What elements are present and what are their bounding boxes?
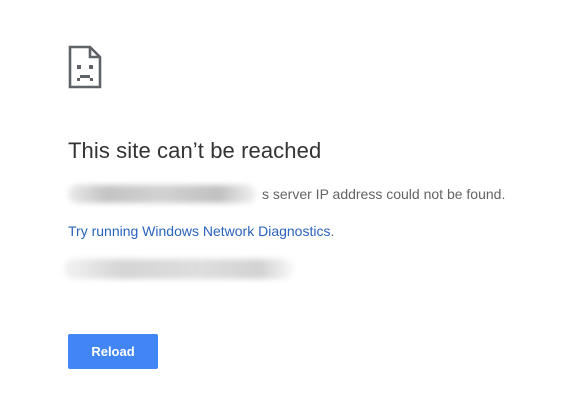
diagnostics-suggestion: Try running Windows Network Diagnostics.: [68, 223, 334, 239]
diagnostics-link[interactable]: Try running Windows Network Diagnostics: [68, 223, 330, 239]
redacted-domain: [68, 185, 256, 203]
page-title: This site can’t be reached: [68, 138, 322, 163]
sad-page-icon: [68, 45, 102, 89]
diagnostics-suffix: .: [330, 223, 335, 239]
error-message-text: s server IP address could not be found.: [262, 186, 506, 202]
redacted-error-code: [64, 259, 294, 279]
error-page: This site can’t be reached s server IP a…: [0, 0, 575, 402]
error-message: s server IP address could not be found.: [68, 184, 505, 204]
reload-button[interactable]: Reload: [68, 334, 158, 369]
